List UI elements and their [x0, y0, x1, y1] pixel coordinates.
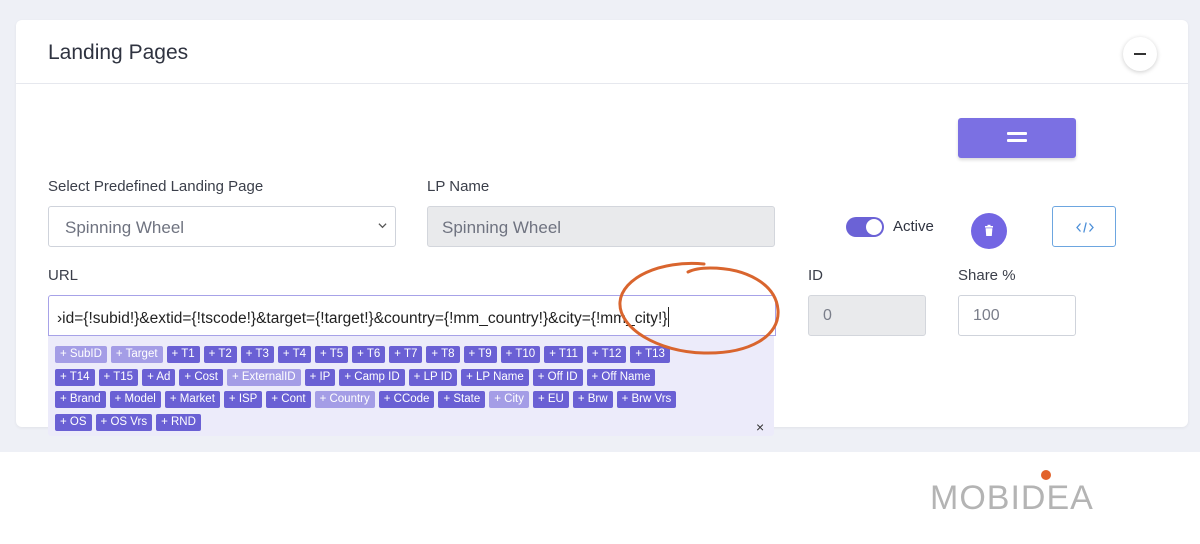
id-value: 0 — [823, 307, 832, 324]
tag-button[interactable]: + T15 — [98, 369, 139, 386]
tag-button[interactable]: + T1 — [166, 346, 200, 363]
code-button[interactable] — [1052, 206, 1116, 247]
tag-button[interactable]: + Brw — [572, 391, 613, 408]
tag-row: + Brand + Model + Market + ISP + Cont + Count… — [55, 391, 680, 408]
tag-row: + T14 + T15 + Ad + Cost + ExternalID + IP + Ca… — [55, 369, 659, 386]
tag-button[interactable]: + SubID — [55, 346, 107, 363]
active-toggle[interactable] — [846, 217, 884, 237]
collapse-button[interactable] — [1123, 37, 1157, 71]
tag-button[interactable]: + Cost — [179, 369, 223, 386]
equals-icon-bar — [1007, 139, 1027, 142]
id-label: ID — [808, 267, 823, 284]
delete-button[interactable] — [971, 213, 1007, 249]
tag-button[interactable]: + RND — [156, 414, 201, 431]
lp-name-field[interactable]: Spinning Wheel — [427, 206, 775, 247]
tag-button[interactable]: + Market — [164, 391, 220, 408]
tag-button[interactable]: + Off ID — [532, 369, 583, 386]
tag-button[interactable]: + Cont — [266, 391, 311, 408]
active-label: Active — [893, 218, 934, 235]
tag-button[interactable]: + T8 — [426, 346, 460, 363]
tag-button[interactable]: + OS — [55, 414, 92, 431]
tag-button[interactable]: + T9 — [463, 346, 497, 363]
close-tags-button[interactable]: × — [756, 419, 764, 435]
toggle-knob — [866, 219, 882, 235]
tag-button[interactable]: + T11 — [544, 346, 583, 363]
url-value: ›id={!subid!}&extid={!tscode!}&target={!… — [57, 310, 668, 327]
card-header: Landing Pages — [16, 20, 1188, 84]
url-input[interactable]: ›id={!subid!}&extid={!tscode!}&target={!… — [48, 295, 776, 336]
tag-button[interactable]: + ISP — [223, 391, 263, 408]
tag-button[interactable]: + LP Name — [461, 369, 529, 386]
tag-button[interactable]: + Target — [110, 346, 163, 363]
tag-button[interactable]: + ExternalID — [226, 369, 301, 386]
card-title: Landing Pages — [48, 41, 189, 64]
minus-icon — [1134, 53, 1146, 55]
equals-icon — [1007, 132, 1027, 135]
url-label: URL — [48, 267, 79, 284]
tag-row: + OS + OS Vrs + RND — [55, 414, 205, 431]
predefined-landing-page-select[interactable]: Spinning Wheel — [48, 206, 396, 247]
tag-button[interactable]: + Brw Vrs — [616, 391, 677, 408]
token-tags-panel: + SubID + Target + T1 + T2 + T3 + T4 + T5 + T6 +… — [48, 336, 774, 436]
share-field[interactable]: 100 — [958, 295, 1076, 336]
trash-icon — [985, 224, 993, 236]
reorder-button[interactable] — [958, 118, 1076, 158]
tag-button[interactable]: + T10 — [500, 346, 541, 363]
tag-button[interactable]: + T14 — [55, 369, 95, 386]
tag-button[interactable]: + T12 — [586, 346, 627, 363]
tag-button[interactable]: + T4 — [277, 346, 312, 363]
tag-button[interactable]: + T6 — [352, 346, 386, 363]
tag-button[interactable]: + T2 — [203, 346, 237, 363]
chevron-down-icon — [378, 223, 387, 229]
tag-button[interactable]: + OS Vrs — [95, 414, 153, 431]
id-field[interactable]: 0 — [808, 295, 926, 336]
tag-button[interactable]: + Camp ID — [339, 369, 405, 386]
tag-button[interactable]: + Ad — [142, 369, 176, 386]
tag-button[interactable]: + T13 — [630, 346, 670, 363]
select-predefined-label: Select Predefined Landing Page — [48, 178, 264, 195]
lp-name-value: Spinning Wheel — [442, 218, 562, 237]
mobidea-logo: MOBIDEA — [930, 470, 1094, 514]
lp-name-label: LP Name — [427, 178, 490, 195]
text-caret — [668, 307, 670, 327]
tag-button[interactable]: + CCode — [378, 391, 435, 408]
tag-button[interactable]: + Model — [109, 391, 161, 408]
tag-button[interactable]: + Brand — [55, 391, 106, 408]
tag-button[interactable]: + T7 — [389, 346, 423, 363]
tag-button[interactable]: + EU — [532, 391, 569, 408]
tag-button[interactable]: + Off Name — [586, 369, 656, 386]
tag-button[interactable]: + City — [489, 391, 529, 408]
tag-button[interactable]: + Country — [314, 391, 375, 408]
code-icon — [1076, 222, 1094, 233]
select-value: Spinning Wheel — [65, 218, 185, 237]
tag-row: + SubID + Target + T1 + T2 + T3 + T4 + T5 + T6 +… — [55, 346, 674, 363]
svg-text:MOBIDEA: MOBIDEA — [930, 479, 1094, 514]
tag-button[interactable]: + LP ID — [408, 369, 458, 386]
tag-button[interactable]: + State — [438, 391, 486, 408]
tag-button[interactable]: + IP — [304, 369, 336, 386]
tag-button[interactable]: + T5 — [315, 346, 349, 363]
share-label: Share % — [958, 267, 1016, 284]
tag-button[interactable]: + T3 — [240, 346, 274, 363]
share-value: 100 — [973, 307, 1000, 324]
